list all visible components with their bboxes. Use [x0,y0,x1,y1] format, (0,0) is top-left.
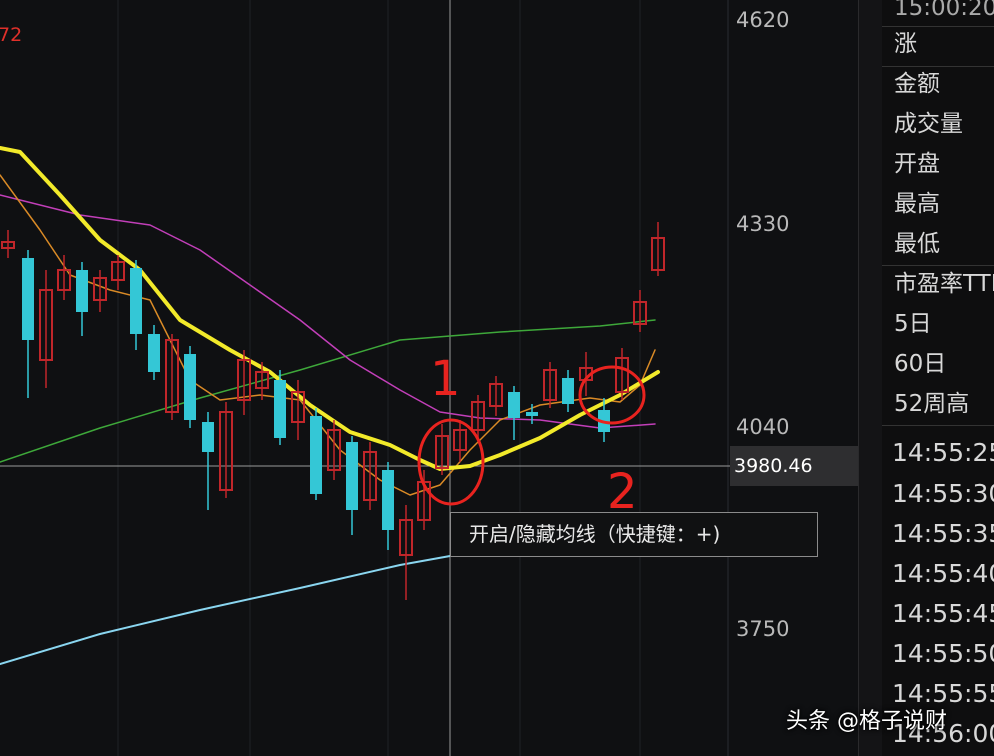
annotation-circle-2 [578,365,646,425]
annotation-number-1: 1 [430,351,461,407]
field-low: 最低 [894,231,940,257]
candle-body-down [274,380,286,438]
kline-chart-canvas[interactable] [0,0,858,756]
field-volume: 成交量 [894,111,963,137]
tick-time: 14:55:30 [892,479,994,508]
annotation-number-2: 2 [607,464,638,520]
candle-body-down [184,354,196,420]
candle-body-down [148,334,160,372]
price-axis-label-4330: 4330 [736,212,790,236]
candle-body-down [202,422,214,452]
panel-divider[interactable] [858,0,883,756]
quote-side-panel: 15:00:20 涨 金额 成交量 开盘 最高 最低 市盈率TTM 5日 60日… [882,0,994,756]
field-open: 开盘 [894,151,940,177]
candle-body-down [382,470,394,530]
separator [882,265,994,266]
ma-line-yellow [0,146,660,471]
source-watermark: 头条 @格子说财 [786,709,947,734]
field-amount: 金额 [894,71,940,97]
ma-line-cyan [0,555,451,665]
latest-time: 15:00:20 [894,0,994,21]
candle-body-down [76,270,88,312]
field-60day: 60日 [894,351,947,377]
candle-body-down [310,416,322,494]
candle-body-down [22,258,34,340]
candle-body-down [508,392,520,418]
candle-body-down [346,442,358,510]
kline-chart-area[interactable]: 72 4620 4330 4040 3750 3980.46 开启/隐藏均线（快… [0,0,858,756]
field-pe-ttm: 市盈率TTM [894,271,994,297]
price-axis-label-4040: 4040 [736,415,790,439]
field-52week-high: 52周高 [894,391,970,417]
candle-body-down [130,268,142,334]
field-high: 最高 [894,191,940,217]
separator [882,66,994,67]
candle-body-down [562,378,574,404]
crosshair-price-readout: 3980.46 [730,446,858,486]
tick-time: 14:55:40 [892,559,994,588]
field-5day: 5日 [894,311,932,337]
price-axis-label-4620: 4620 [736,8,790,32]
candle-body-down [526,412,538,416]
corner-ma-value: 72 [0,24,23,46]
separator [882,425,994,426]
tick-time: 14:55:45 [892,599,994,628]
tick-time: 14:55:35 [892,519,994,548]
tick-time: 14:55:25 [892,438,994,467]
separator [882,26,994,27]
field-change: 涨 [894,31,917,57]
price-axis-label-3750: 3750 [736,617,790,641]
tick-time: 14:55:50 [892,639,994,668]
